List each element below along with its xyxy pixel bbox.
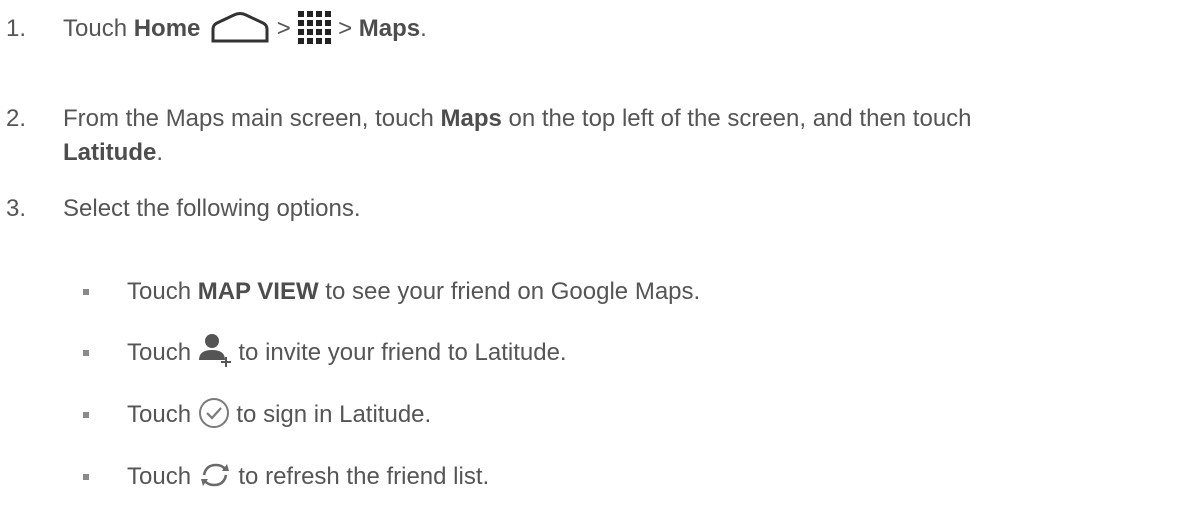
check-circle-icon [198, 397, 229, 428]
option-sign-in: Touch to sign in Latitude. [0, 397, 1177, 434]
option-text: Touch to invite your friend to Latitude. [127, 333, 567, 368]
step-1: 1. Touch Home > > Maps. [0, 10, 1177, 50]
step-text: Select the following options. [63, 195, 361, 222]
option-map-view: Touch MAP VIEW to see your friend on Goo… [0, 277, 1177, 309]
step-number: 2. [6, 105, 27, 132]
option-refresh: Touch to refresh the friend list. [0, 462, 1177, 496]
option-text: Touch MAP VIEW to see your friend on Goo… [127, 278, 701, 305]
add-person-icon [198, 333, 231, 367]
step-text-line-2: Latitude. [63, 139, 163, 166]
option-text: Touch to sign in Latitude. [127, 397, 431, 430]
step-3: 3. Select the following options. [0, 194, 1177, 226]
step-number: 1. [6, 15, 27, 42]
step-text-line-1: From the Maps main screen, touch Maps on… [63, 105, 972, 132]
bullet [83, 289, 89, 295]
bullet [83, 412, 89, 418]
home-label: Home [133, 15, 201, 42]
bullet [83, 474, 89, 480]
maps-label: Maps [358, 15, 421, 42]
home-outline-icon [211, 11, 269, 43]
step-2: 2. From the Maps main screen, touch Maps… [0, 104, 1177, 174]
refresh-icon [200, 463, 229, 486]
option-text: Touch to refresh the friend list. [127, 463, 490, 490]
option-invite: Touch to invite your friend to Latitude. [0, 333, 1177, 378]
step-number: 3. [6, 195, 27, 222]
app-grid-icon [298, 10, 332, 44]
bullet [83, 350, 89, 356]
step-text: Touch Home > > Maps. [63, 10, 427, 44]
